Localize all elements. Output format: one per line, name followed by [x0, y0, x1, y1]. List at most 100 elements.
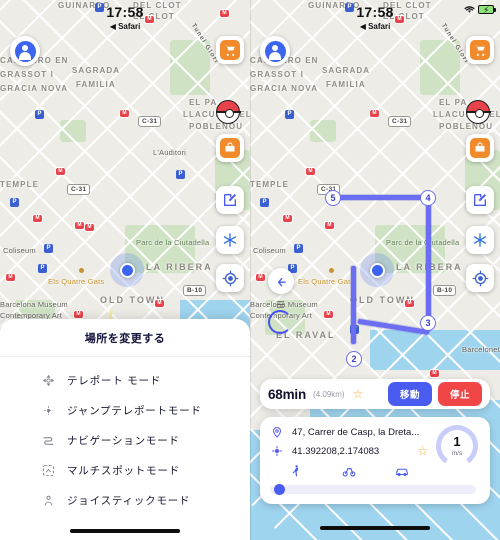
metro-pin: [306, 168, 315, 175]
parking-pin: [10, 198, 19, 207]
metro-pin: [145, 16, 154, 23]
map-label: SAGRADA: [72, 66, 121, 75]
jump-teleport-mode-icon: [40, 402, 56, 418]
map-poi-label: Els Quatre Gats: [298, 277, 355, 286]
panel-divider: [250, 0, 251, 540]
menu-item-multi-spot-mode[interactable]: マルチスポットモード: [0, 455, 250, 485]
parking-pin: [44, 244, 53, 253]
road-shield: C-31: [388, 116, 412, 127]
map-poi-label: Barcelona Museum: [0, 300, 68, 309]
metro-pin: [325, 222, 334, 229]
phone-panel-left: GUINARDO DEL CLOT EL CLOT CAN BARO EN GR…: [0, 0, 250, 540]
map-poi-label: Parc de la Ciutadella: [136, 238, 210, 247]
items-bag-button[interactable]: [466, 134, 494, 162]
map-label: SAGRADA: [322, 66, 371, 75]
cart-icon: [220, 40, 240, 60]
poi-dot: [329, 268, 334, 273]
metro-pin: [405, 300, 414, 307]
avatar[interactable]: [10, 36, 40, 66]
go-button[interactable]: 移動: [387, 382, 432, 406]
map-poi-label: Coliseum: [3, 246, 36, 255]
menu-item-teleport-mode[interactable]: テレポート モード: [0, 365, 250, 395]
speed-slider[interactable]: [270, 484, 476, 495]
back-arrow-icon: [277, 277, 286, 287]
poi-dot: [79, 268, 84, 273]
menu-item-label: ジャンプテレポートモード: [67, 404, 202, 417]
road-shield: B-10: [183, 285, 207, 296]
metro-pin: [256, 274, 265, 281]
parking-pin: [176, 170, 185, 179]
road-shield: C-31: [67, 184, 91, 195]
freeze-button[interactable]: [216, 226, 244, 254]
metro-pin: [120, 110, 129, 117]
travel-modes: [270, 464, 480, 478]
star-outline-icon[interactable]: ☆: [417, 445, 428, 457]
route-waypoint-5[interactable]: 5: [325, 190, 341, 206]
snowflake-icon: [223, 233, 237, 247]
items-bag-button[interactable]: [216, 134, 244, 162]
metro-pin: [74, 311, 83, 318]
route-segment: [351, 266, 356, 344]
metro-pin: [6, 274, 15, 281]
map-label: TEMPLE: [250, 180, 290, 189]
map-label: EL PA: [189, 98, 218, 107]
metro-pin: [370, 110, 379, 117]
map-label: LA RIBERA: [146, 262, 213, 272]
parking-pin: [294, 244, 303, 253]
route-waypoint-3[interactable]: 3: [420, 315, 436, 331]
route-waypoint-2[interactable]: 2: [346, 351, 362, 367]
map-poi-label: Parc de la Ciutadella: [386, 238, 460, 247]
crosshair-icon: [472, 270, 488, 286]
parking-pin: [38, 264, 47, 273]
map-label: Barceloneta: [462, 345, 500, 354]
stop-button[interactable]: 停止: [437, 382, 482, 406]
pokeball-button[interactable]: [214, 98, 242, 126]
bike-mode-icon[interactable]: [323, 464, 376, 478]
list-icon: [274, 297, 287, 308]
route-segment: [332, 195, 430, 200]
eta-distance: (4.09km): [313, 389, 345, 399]
recenter-button[interactable]: [466, 264, 494, 292]
menu-item-jump-teleport-mode[interactable]: ジャンプテレポートモード: [0, 395, 250, 425]
slider-knob[interactable]: [274, 484, 285, 495]
route-waypoint-4[interactable]: 4: [420, 190, 436, 206]
metro-pin: [283, 215, 292, 222]
home-indicator: [320, 526, 430, 530]
metro-pin: [155, 300, 164, 307]
pokeball-button[interactable]: [464, 98, 492, 126]
navigation-mode-icon: [40, 432, 56, 448]
map-label: GRASSOT I: [0, 70, 54, 79]
freeze-button[interactable]: [466, 226, 494, 254]
location-info-card: 1 m/s 47, Carrer de Casp, la Dreta... 41…: [260, 417, 490, 504]
edit-route-button[interactable]: [466, 186, 494, 214]
edit-icon: [224, 193, 237, 206]
car-mode-icon[interactable]: [375, 464, 428, 478]
mode-menu: テレポート モード ジャンプテレポートモード ナビゲーションモード マルチスポッ…: [0, 357, 250, 521]
map-label: GRACIA NOVA: [0, 84, 69, 93]
menu-item-navigation-mode[interactable]: ナビゲーションモード: [0, 425, 250, 455]
bag-icon: [470, 138, 490, 158]
map-label: TEMPLE: [0, 180, 40, 189]
metro-pin: [430, 370, 439, 377]
back-arrow-button[interactable]: [268, 268, 294, 294]
shop-cart-button[interactable]: [216, 36, 244, 64]
user-location-dot: [110, 253, 144, 287]
star-outline-icon[interactable]: ☆: [353, 388, 364, 400]
menu-item-joystick-mode[interactable]: ジョイスティックモード: [0, 485, 250, 515]
eta-card: 68min (4.09km) ☆ 移動 停止: [260, 379, 490, 409]
map-label: GRACIA NOVA: [250, 84, 319, 93]
parking-pin: [35, 110, 44, 119]
edit-route-button[interactable]: [216, 186, 244, 214]
parking-pin: [285, 110, 294, 119]
recenter-button[interactable]: [216, 264, 244, 292]
walk-mode-icon[interactable]: [270, 464, 323, 478]
avatar[interactable]: [260, 36, 290, 66]
parking-pin: [345, 3, 354, 12]
map-label: DEL CLOT: [383, 1, 432, 10]
metro-pin: [75, 222, 84, 229]
metro-pin: [56, 168, 65, 175]
coordinate-crosshair-icon: [270, 445, 284, 457]
map-poi-label: Coliseum: [253, 246, 286, 255]
address-text: 47, Carrer de Casp, la Dreta...: [292, 426, 420, 438]
shop-cart-button[interactable]: [466, 36, 494, 64]
